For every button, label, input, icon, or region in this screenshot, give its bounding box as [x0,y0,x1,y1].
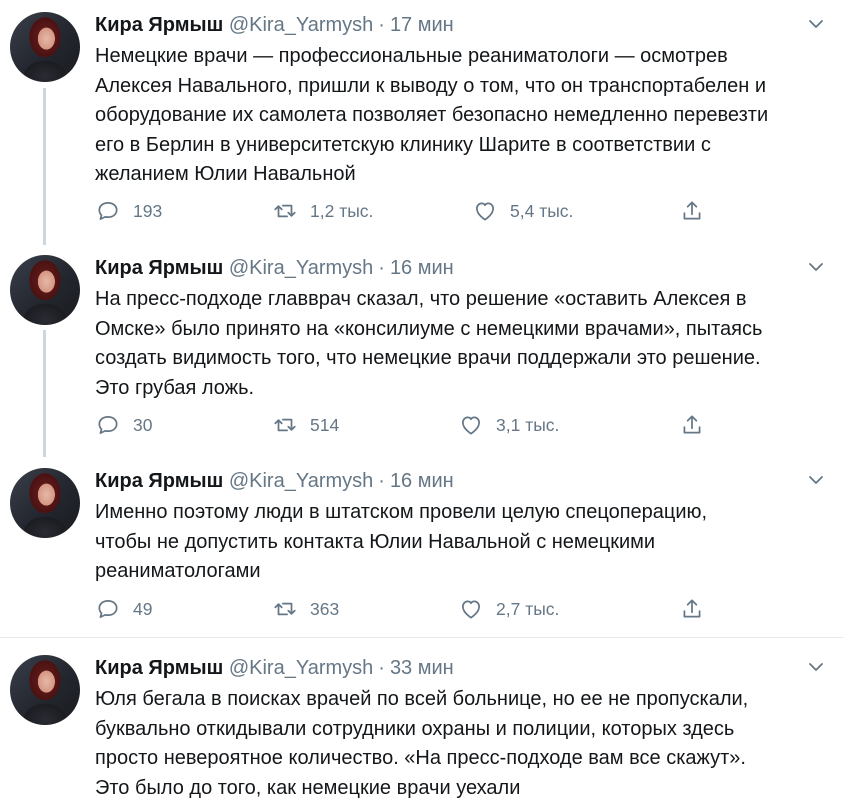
avatar[interactable] [10,468,80,538]
tweet-actions: 49 363 2,7 тыс. [95,594,815,624]
tweet-text-line: его в Берлин в университетскую клинику Ш… [95,131,825,161]
tweet-text-line: оборудование их самолета позволяет безоп… [95,101,825,131]
heart-icon [458,412,484,438]
author-name[interactable]: Кира Ярмыш [95,470,223,492]
retweet-count: 514 [310,415,339,436]
tweet-header: Кира Ярмыш @Kira_Yarmysh·16 мин [95,255,454,281]
retweet-count: 1,2 тыс. [310,201,373,222]
tweet-header: Кира Ярмыш @Kira_Yarmysh·33 мин [95,655,454,681]
timestamp[interactable]: 16 мин [390,470,454,492]
tweet-header: Кира Ярмыш @Kira_Yarmysh·17 мин [95,12,454,38]
tweet-text-line: реаниматологами [95,557,825,587]
tweet[interactable]: Кира Ярмыш @Kira_Yarmysh·16 мин Именно п… [0,468,844,628]
avatar[interactable] [10,12,80,82]
tweet-text-line: Именно поэтому люди в штатском провели ц… [95,498,825,528]
reply-button[interactable]: 49 [95,594,152,624]
heart-icon [458,596,484,622]
chevron-down-icon[interactable] [806,14,826,34]
author-name[interactable]: Кира Ярмыш [95,14,223,36]
retweet-count: 363 [310,599,339,620]
tweet-text: На пресс-подходе главврач сказал, что ре… [95,285,825,403]
reply-icon [95,412,121,438]
retweet-button[interactable]: 1,2 тыс. [272,196,373,226]
tweet-text-line: Юля бегала в поисках врачей по всей боль… [95,685,825,715]
share-icon [679,198,705,224]
like-count: 5,4 тыс. [510,201,573,222]
tweet-text-line: желанием Юлии Навальной [95,160,825,190]
like-button[interactable]: 3,1 тыс. [458,410,559,440]
tweet-text-line: Омске» было принято на «консилиуме с нем… [95,315,825,345]
author-name[interactable]: Кира Ярмыш [95,657,223,679]
share-icon [679,596,705,622]
retweet-icon [272,412,298,438]
author-handle[interactable]: @Kira_Yarmysh [229,257,373,279]
like-count: 2,7 тыс. [496,599,559,620]
tweet-text-line: просто невероятное количество. «На пресс… [95,744,825,774]
retweet-button[interactable]: 363 [272,594,339,624]
tweet-header: Кира Ярмыш @Kira_Yarmysh·16 мин [95,468,454,494]
reply-icon [95,596,121,622]
author-name[interactable]: Кира Ярмыш [95,257,223,279]
tweet-text-line: Немецкие врачи — профессиональные реаним… [95,42,825,72]
like-button[interactable]: 5,4 тыс. [472,196,573,226]
retweet-button[interactable]: 514 [272,410,339,440]
tweet-divider [0,637,844,638]
share-button[interactable] [679,594,705,624]
separator-dot: · [378,257,385,279]
tweet-text-line: Это было до того, как немецкие врачи уех… [95,774,825,803]
avatar[interactable] [10,255,80,325]
tweet-text-line: создать видимость того, что немецкие вра… [95,344,825,374]
separator-dot: · [378,657,385,679]
timestamp[interactable]: 17 мин [390,14,454,36]
tweet-text: Немецкие врачи — профессиональные реаним… [95,42,825,190]
chevron-down-icon[interactable] [806,657,826,677]
tweet-actions: 30 514 3,1 тыс. [95,410,815,440]
like-count: 3,1 тыс. [496,415,559,436]
tweet[interactable]: Кира Ярмыш @Kira_Yarmysh·33 мин Юля бега… [0,655,844,800]
reply-button[interactable]: 193 [95,196,162,226]
retweet-icon [272,596,298,622]
separator-dot: · [378,470,385,492]
author-handle[interactable]: @Kira_Yarmysh [229,14,373,36]
tweet-text: Именно поэтому люди в штатском провели ц… [95,498,825,587]
author-handle[interactable]: @Kira_Yarmysh [229,657,373,679]
heart-icon [472,198,498,224]
tweet-text: Юля бегала в поисках врачей по всей боль… [95,685,825,803]
reply-icon [95,198,121,224]
separator-dot: · [378,14,385,36]
timestamp[interactable]: 33 мин [390,657,454,679]
like-button[interactable]: 2,7 тыс. [458,594,559,624]
retweet-icon [272,198,298,224]
tweet-text-line: Алексея Навального, пришли к выводу о то… [95,72,825,102]
share-button[interactable] [679,196,705,226]
avatar[interactable] [10,655,80,725]
share-icon [679,412,705,438]
tweet[interactable]: Кира Ярмыш @Kira_Yarmysh·17 мин Немецкие… [0,12,844,242]
reply-count: 193 [133,201,162,222]
tweet[interactable]: Кира Ярмыш @Kira_Yarmysh·16 мин На пресс… [0,255,844,445]
tweet-text-line: буквально откидывали сотрудники охраны и… [95,715,825,745]
share-button[interactable] [679,410,705,440]
tweet-text-line: Это грубая ложь. [95,374,825,404]
chevron-down-icon[interactable] [806,257,826,277]
reply-count: 30 [133,415,152,436]
timestamp[interactable]: 16 мин [390,257,454,279]
tweet-text-line: На пресс-подходе главврач сказал, что ре… [95,285,825,315]
chevron-down-icon[interactable] [806,470,826,490]
tweet-actions: 193 1,2 тыс. 5,4 тыс. [95,196,815,226]
tweet-text-line: чтобы не допустить контакта Юлии Навальн… [95,528,825,558]
author-handle[interactable]: @Kira_Yarmysh [229,470,373,492]
reply-count: 49 [133,599,152,620]
reply-button[interactable]: 30 [95,410,152,440]
